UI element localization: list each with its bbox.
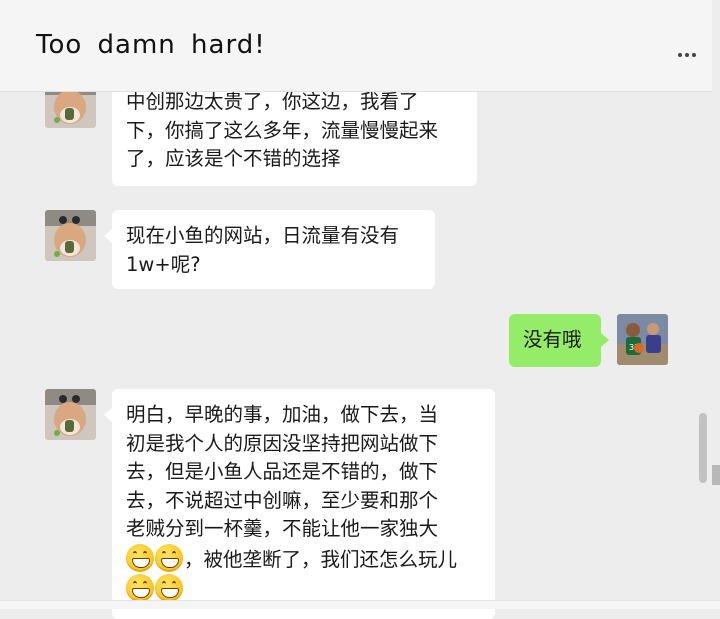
- more-options-button[interactable]: [670, 40, 704, 70]
- scrollbar-track[interactable]: [712, 0, 720, 609]
- input-area-edge: [0, 600, 720, 609]
- grinning-emoji-icon: [126, 543, 154, 572]
- bubble-tail: [601, 333, 609, 347]
- contact-avatar[interactable]: [45, 389, 96, 440]
- message-line: 现在小鱼的网站，日流量有没有: [126, 224, 400, 247]
- grinning-emoji-icon: [126, 574, 154, 602]
- chat-title: Too damn hard!: [36, 30, 266, 60]
- message-line: 初是我个人的原因没坚持把网站做下: [126, 431, 439, 455]
- message-text: ，被他垄断了，我们还怎么玩儿: [184, 547, 458, 571]
- more-dots-icon: [678, 53, 682, 57]
- message-line: 明白，早晚的事，加油，做下去，当: [126, 403, 439, 426]
- more-dot: [685, 53, 689, 57]
- grinning-emoji-icon: [155, 543, 183, 572]
- message-bubble[interactable]: 明白，早晚的事，加油，做下去，当 初是我个人的原因没坚持把网站做下 去，但是小鱼…: [112, 389, 495, 619]
- message-bubble[interactable]: 现在小鱼的网站，日流量有没有 1w+呢?: [112, 210, 435, 289]
- grinning-emoji-icon: [155, 574, 183, 602]
- message-line: 没有哦: [523, 328, 582, 351]
- more-dot: [692, 53, 696, 57]
- message-line: 了，应该是个不错的选择: [126, 147, 341, 170]
- message-line: 下，你搞了这么多年，流量慢慢起来: [126, 118, 439, 142]
- message-line-with-emoji: ，被他垄断了，我们还怎么玩儿: [126, 543, 481, 575]
- message-line: 中创那边太贵了，你这边，我看了: [126, 90, 419, 113]
- message-line: 1w+呢?: [126, 252, 201, 276]
- side-tab: [712, 465, 720, 485]
- own-avatar[interactable]: 33: [617, 314, 668, 365]
- scrollbar-thumb[interactable]: [699, 413, 707, 483]
- chat-header-overlay: Too damn hard!: [0, 0, 712, 92]
- message-line: 老贼分到一杯羹，不能让他一家独大: [126, 517, 439, 540]
- message-line: 去，但是小鱼人品还是不错的，做下: [126, 460, 439, 483]
- message-line: 去，不说超过中创嘛，至少要和那个: [126, 488, 439, 512]
- my-message-bubble[interactable]: 没有哦: [509, 314, 601, 367]
- contact-avatar[interactable]: [45, 210, 96, 261]
- bubble-tail: [104, 229, 112, 243]
- message-bubble[interactable]: 中创那边太贵了，你这边，我看了 下，你搞了这么多年，流量慢慢起来 了，应该是个不…: [112, 78, 477, 186]
- bubble-tail: [104, 408, 112, 422]
